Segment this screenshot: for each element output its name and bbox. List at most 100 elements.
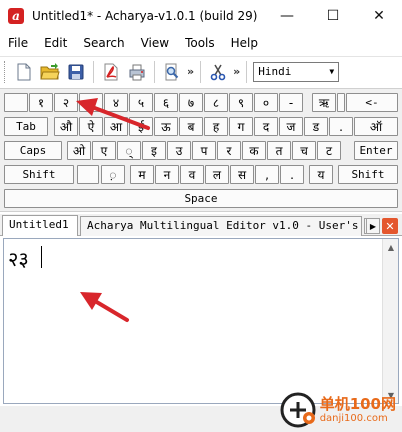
menu-tools[interactable]: Tools (177, 32, 223, 54)
window-controls: — ☐ ✕ (264, 0, 402, 32)
magnifier-page-icon (165, 63, 179, 80)
key-3[interactable]: ३ (79, 93, 103, 112)
tab-user-manual[interactable]: Acharya Multilingual Editor v1.0 - User'… (80, 216, 362, 236)
key-backspace[interactable]: <- (346, 93, 398, 112)
editor-area[interactable]: २३ ▲ ▼ (3, 238, 399, 404)
key-ma[interactable]: म (130, 165, 154, 184)
key-ha[interactable]: ह (204, 117, 228, 136)
toolbar-separator (93, 60, 94, 83)
key-ii[interactable]: ई (129, 117, 153, 136)
key-space[interactable]: Space (4, 189, 398, 208)
watermark: 单机100网 danji100.com (280, 392, 396, 428)
key-la[interactable]: ल (205, 165, 229, 184)
key-minus[interactable]: - (279, 93, 303, 112)
key-virama[interactable]: ् (117, 141, 141, 160)
close-tab-icon[interactable]: ✕ (382, 218, 398, 234)
key-comma[interactable]: , (255, 165, 279, 184)
key-ja[interactable]: ज (279, 117, 303, 136)
key-e[interactable]: ए (92, 141, 116, 160)
key-ai[interactable]: ऐ (79, 117, 103, 136)
key-sa[interactable]: स (230, 165, 254, 184)
language-select-value: Hindi (258, 65, 292, 78)
menu-edit[interactable]: Edit (36, 32, 75, 54)
menu-help[interactable]: Help (223, 32, 266, 54)
toolbar-overflow-chevron-icon[interactable]: » (187, 65, 194, 78)
key-dda[interactable]: ड (304, 117, 328, 136)
key-period[interactable]: . (329, 117, 353, 136)
key-7[interactable]: ७ (179, 93, 203, 112)
watermark-logo-icon (280, 392, 316, 428)
toolbar: » » Hindi ▼ (0, 56, 402, 86)
key-o-candra[interactable]: ऑ (354, 117, 398, 136)
minimize-button[interactable]: — (264, 0, 310, 32)
key-0[interactable]: ० (254, 93, 278, 112)
save-disk-icon (68, 64, 84, 79)
key-i[interactable]: इ (142, 141, 166, 160)
language-select[interactable]: Hindi ▼ (253, 61, 340, 82)
key-pa[interactable]: प (192, 141, 216, 160)
key-ca[interactable]: च (292, 141, 316, 160)
key-enter[interactable]: Enter (354, 141, 398, 160)
key-tab[interactable]: Tab (4, 117, 48, 136)
menu-file[interactable]: File (0, 32, 36, 54)
key-ra[interactable]: र (217, 141, 241, 160)
key-2[interactable]: २ (54, 93, 78, 112)
key-5[interactable]: ५ (129, 93, 153, 112)
key-ri[interactable]: ऋ (312, 93, 336, 112)
key-da[interactable]: द (254, 117, 278, 136)
vertical-scrollbar[interactable]: ▲ ▼ (382, 239, 398, 403)
menu-bar: File Edit Search View Tools Help (0, 32, 402, 54)
key-aa[interactable]: आ (104, 117, 128, 136)
watermark-brand: 单机100网 (319, 394, 396, 413)
cut-button[interactable] (206, 60, 230, 84)
document-tabs: Untitled1 Acharya Multilingual Editor v1… (0, 214, 402, 236)
key-4[interactable]: ४ (104, 93, 128, 112)
toolbar-grip[interactable] (4, 60, 7, 83)
menu-view[interactable]: View (133, 32, 177, 54)
key-u[interactable]: उ (167, 141, 191, 160)
key-na[interactable]: न (155, 165, 179, 184)
new-file-button[interactable] (12, 60, 36, 84)
tab-next-arrow-icon[interactable]: ▶ (366, 218, 380, 234)
save-button[interactable] (64, 60, 88, 84)
key-va[interactable]: व (180, 165, 204, 184)
print-button[interactable] (125, 60, 149, 84)
key-caps[interactable]: Caps (4, 141, 62, 160)
scroll-up-arrow-icon[interactable]: ▲ (383, 239, 399, 255)
key-ka[interactable]: क (242, 141, 266, 160)
pdf-icon (104, 63, 118, 80)
key-ba[interactable]: ब (179, 117, 203, 136)
toolbar-overflow-chevron-icon[interactable]: » (233, 65, 240, 78)
key-blank[interactable] (4, 93, 28, 112)
toolbar-separator (246, 60, 248, 83)
print-preview-button[interactable] (160, 60, 184, 84)
key-8[interactable]: ८ (204, 93, 228, 112)
open-file-button[interactable] (38, 60, 62, 84)
key-6[interactable]: ६ (154, 93, 178, 112)
key-o[interactable]: ओ (67, 141, 91, 160)
new-document-icon (17, 63, 31, 80)
key-9[interactable]: ९ (229, 93, 253, 112)
virtual-keyboard: १ २ ३ ४ ५ ६ ७ ८ ९ ० - ऋ <- Tab औ ऐ आ ई ऊ… (0, 88, 402, 212)
close-window-button[interactable]: ✕ (356, 0, 402, 32)
export-pdf-button[interactable] (99, 60, 123, 84)
key-shift-left[interactable]: Shift (4, 165, 74, 184)
key-uu[interactable]: ऊ (154, 117, 178, 136)
key-shift-right[interactable]: Shift (338, 165, 398, 184)
key-blank-3[interactable] (77, 165, 99, 184)
key-1[interactable]: १ (29, 93, 53, 112)
menu-search[interactable]: Search (75, 32, 132, 54)
app-logo-icon: a (8, 8, 24, 24)
key-ta[interactable]: त (267, 141, 291, 160)
key-blank-2[interactable] (337, 93, 345, 112)
key-period-2[interactable]: . (280, 165, 304, 184)
key-ya[interactable]: य (309, 165, 333, 184)
key-ga[interactable]: ग (229, 117, 253, 136)
key-tta[interactable]: ट (317, 141, 341, 160)
toolbar-separator (154, 60, 155, 83)
key-au[interactable]: औ (54, 117, 78, 136)
key-nukta[interactable]: ़ (101, 165, 125, 184)
tab-untitled1[interactable]: Untitled1 (2, 215, 78, 236)
maximize-button[interactable]: ☐ (310, 0, 356, 32)
editor-text[interactable]: २३ (8, 245, 29, 272)
